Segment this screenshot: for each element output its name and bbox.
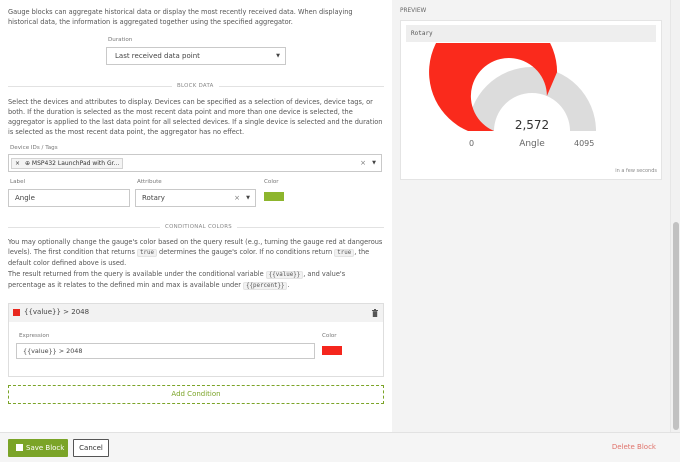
expression-input[interactable]: {{value}} > 2048 xyxy=(16,343,315,359)
gauge-label: Angle xyxy=(519,139,545,149)
p1-code-true: true xyxy=(136,249,157,257)
conditional-colors-p1: You may optionally change the gauge's co… xyxy=(8,237,384,268)
duration-label: Duration xyxy=(108,37,133,43)
p2-text-a: The result returned from the query is av… xyxy=(8,270,266,278)
device-tag-text: MSP432 LaunchPad with Gr... xyxy=(31,160,120,167)
condition-color-swatch xyxy=(13,309,20,316)
attribute-label: Attribute xyxy=(137,179,162,185)
device-tag[interactable]: × ⊕ MSP432 LaunchPad with Gr... xyxy=(11,158,124,169)
device-icon: ⊕ xyxy=(24,160,30,167)
p2-code-value: {{value}} xyxy=(265,271,304,279)
footer-bar: Save Block Cancel Delete Block xyxy=(0,432,680,462)
gauge-max: 4095 xyxy=(574,139,595,148)
gauge-value: 2,572 xyxy=(514,118,550,132)
save-block-label: Save Block xyxy=(26,444,65,452)
condition-color-picker[interactable] xyxy=(322,346,342,355)
save-block-button[interactable]: Save Block xyxy=(8,439,68,457)
add-condition-button[interactable]: Add Condition xyxy=(8,385,384,404)
p2-text-c: . xyxy=(287,281,290,289)
attribute-value: Rotary xyxy=(142,194,165,202)
editor-panel: Gauge blocks can aggregate historical da… xyxy=(0,0,392,432)
device-ids-label: Device IDs / Tags xyxy=(10,145,58,151)
label-input[interactable]: Angle xyxy=(8,189,130,207)
intro-text: Gauge blocks can aggregate historical da… xyxy=(8,8,353,26)
condition-color-label: Color xyxy=(322,333,337,339)
block-data-heading: BLOCK DATA xyxy=(172,83,219,89)
scrollbar-thumb[interactable] xyxy=(673,222,679,430)
preview-title: Rotary xyxy=(411,30,433,37)
p1-text-b: determines the gauge's color. If no cond… xyxy=(156,248,335,256)
duration-select[interactable]: Last received data point ▼ xyxy=(106,47,286,65)
preview-updated: in a few seconds xyxy=(615,168,657,174)
delete-block-button[interactable]: Delete Block xyxy=(612,443,656,451)
color-swatch[interactable] xyxy=(264,192,284,201)
condition-card: {{value}} > 2048 Expression {{value}} > … xyxy=(8,303,384,377)
block-data-description: Select the devices and attributes to dis… xyxy=(8,98,383,136)
tag-remove-icon[interactable]: × xyxy=(15,160,20,167)
clear-icon[interactable]: × xyxy=(234,190,240,206)
color-label: Color xyxy=(264,179,279,185)
clear-icon[interactable]: × xyxy=(360,155,366,171)
chevron-down-icon: ▼ xyxy=(246,195,250,201)
gauge-chart xyxy=(429,43,596,131)
cancel-button[interactable]: Cancel xyxy=(73,439,109,457)
p1-code-true-2: true xyxy=(334,249,355,257)
label-field-label: Label xyxy=(10,179,26,185)
preview-card: Rotary 2,572 0 Angle 4095 in a few secon… xyxy=(400,20,662,180)
duration-value: Last received data point xyxy=(115,52,200,60)
p2-code-percent: {{percent}} xyxy=(243,282,288,290)
chevron-down-icon: ▼ xyxy=(276,53,280,59)
scrollbar[interactable] xyxy=(670,0,680,432)
condition-title: {{value}} > 2048 xyxy=(24,308,90,316)
preview-label: PREVIEW xyxy=(400,8,427,14)
trash-icon[interactable] xyxy=(372,309,378,319)
attribute-select[interactable]: Rotary × ▼ xyxy=(135,189,256,207)
conditional-colors-heading: CONDITIONAL COLORS xyxy=(160,224,237,230)
expression-label: Expression xyxy=(19,333,50,339)
chevron-down-icon: ▼ xyxy=(372,160,376,166)
preview-card-header: Rotary xyxy=(406,25,656,42)
preview-panel: PREVIEW Rotary 2,572 0 Angle 4095 in a f… xyxy=(392,0,670,432)
condition-header[interactable]: {{value}} > 2048 xyxy=(9,304,383,322)
conditional-colors-p2: The result returned from the query is av… xyxy=(8,269,384,291)
device-tags-select[interactable]: × ⊕ MSP432 LaunchPad with Gr... × ▼ xyxy=(8,154,382,172)
floppy-icon xyxy=(16,444,23,451)
